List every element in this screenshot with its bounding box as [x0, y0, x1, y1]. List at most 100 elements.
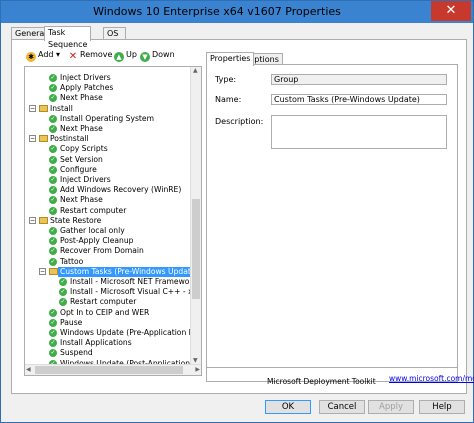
- tree-step-row[interactable]: ✓ Inject Drivers: [25, 175, 189, 185]
- tree-item-label: Next Phase: [60, 124, 103, 133]
- checkmark-icon: ✓: [49, 339, 57, 348]
- checkmark-icon: ✓: [59, 278, 67, 286]
- tree-horizontal-scrollbar[interactable]: ◀ ▶: [25, 364, 201, 375]
- checkmark-icon: ✓: [49, 349, 57, 358]
- tree-step-row[interactable]: ✓ Next Phase: [25, 195, 189, 205]
- name-field[interactable]: Custom Tasks (Pre-Windows Update): [271, 94, 447, 105]
- brand-text: Microsoft Deployment Toolkit: [267, 377, 376, 386]
- up-button[interactable]: ▲ Up: [114, 48, 137, 62]
- help-button[interactable]: Help: [419, 400, 465, 414]
- scroll-up-icon[interactable]: ▲: [193, 67, 198, 74]
- type-label: Type:: [215, 75, 237, 84]
- tree-step-row[interactable]: ✓ Pause: [25, 318, 189, 328]
- tree-item-label: Next Phase: [60, 93, 103, 103]
- collapse-icon[interactable]: −: [29, 216, 36, 224]
- window-title: Windows 10 Enterprise x64 v1607 Properti…: [93, 5, 341, 18]
- tree-item-label: Install - Microsoft NET Framework: [70, 277, 197, 286]
- scroll-left-icon[interactable]: ◀: [26, 366, 31, 373]
- footer-bar: Microsoft Deployment Toolkit www.microso…: [207, 367, 474, 386]
- tree-step-row[interactable]: ✓ Tattoo: [25, 257, 189, 267]
- tab-task-sequence[interactable]: Task Sequence: [44, 26, 92, 49]
- tree-vertical-scrollbar[interactable]: ▲ ▼: [190, 67, 201, 364]
- cancel-button[interactable]: Cancel: [319, 400, 365, 414]
- checkmark-icon: ✓: [49, 165, 57, 174]
- folder-icon: [49, 267, 58, 275]
- checkmark-icon: ✓: [49, 329, 57, 337]
- checkmark-icon: ✓: [49, 74, 57, 82]
- title-bar[interactable]: Windows 10 Enterprise x64 v1607 Properti…: [1, 1, 473, 23]
- checkmark-icon: ✓: [49, 237, 57, 246]
- tree-step-row[interactable]: ✓ Install - Microsoft NET Framework: [25, 277, 197, 287]
- tree-item-label: Windows Update (Pre-Application Inst: [60, 328, 202, 337]
- checkmark-icon: ✓: [59, 288, 67, 297]
- scroll-down-icon[interactable]: ▼: [193, 357, 198, 364]
- description-field[interactable]: [271, 115, 447, 149]
- tree-item-label: Set Version: [60, 154, 103, 164]
- tree-step-row[interactable]: ✓ Next Phase: [25, 93, 189, 103]
- down-arrow-icon: ▼: [140, 52, 150, 62]
- tree-step-row[interactable]: ✓ Install Operating System: [25, 114, 189, 124]
- tree-step-row[interactable]: ✓ Copy Scripts: [25, 144, 189, 154]
- tree-item-label: Opt In to CEIP and WER: [60, 307, 150, 317]
- tree-step-row[interactable]: ✓ Install - Microsoft Visual C++ - x86: [25, 287, 201, 297]
- tree-step-row[interactable]: ✓ Set Version: [25, 155, 189, 165]
- vertical-scroll-thumb[interactable]: [192, 199, 200, 299]
- tab-properties[interactable]: Properties: [206, 52, 255, 66]
- apply-button[interactable]: Apply: [368, 400, 414, 414]
- tree-item-label: Restart computer: [60, 205, 127, 215]
- tree-item-label: Install: [50, 103, 73, 113]
- tree-step-row[interactable]: ✓ Restart computer: [25, 297, 189, 307]
- checkmark-icon: ✓: [49, 227, 57, 235]
- tree-item-label: Inject Drivers: [60, 73, 111, 82]
- remove-label: Remove: [80, 50, 113, 59]
- tree-step-row[interactable]: ✓ Gather local only: [25, 226, 189, 236]
- tree-step-row[interactable]: ✓ Configure: [25, 165, 189, 175]
- tree-step-row[interactable]: ✓ Install Applications: [25, 338, 189, 348]
- checkmark-icon: ✓: [49, 84, 57, 93]
- tree-group-row[interactable]: − State Restore: [25, 216, 189, 226]
- down-button[interactable]: ▼ Down: [140, 48, 175, 62]
- folder-icon: [39, 104, 48, 112]
- checkmark-icon: ✓: [49, 186, 57, 195]
- tree-step-row[interactable]: ✓ Inject Drivers: [25, 73, 189, 83]
- tree-step-row[interactable]: ✓ Opt In to CEIP and WER: [25, 308, 189, 318]
- checkmark-icon: ✓: [49, 125, 57, 133]
- tree-item-label: Gather local only: [60, 226, 125, 235]
- horizontal-scroll-thumb[interactable]: [35, 366, 183, 374]
- checkmark-icon: ✓: [49, 318, 57, 327]
- add-label: Add: [38, 50, 54, 59]
- collapse-icon[interactable]: −: [39, 267, 46, 275]
- tree-item-label: Add Windows Recovery (WinRE): [60, 185, 182, 195]
- scroll-right-icon[interactable]: ▶: [195, 366, 200, 373]
- tree-step-row[interactable]: ✓ Suspend: [25, 348, 189, 358]
- mdt-link[interactable]: www.microsoft.com/mdt: [389, 374, 474, 383]
- close-button[interactable]: ✕: [431, 1, 471, 21]
- tree-item-label: Inject Drivers: [60, 175, 111, 184]
- tree-group-row[interactable]: − Postinstall: [25, 134, 189, 144]
- tree-item-label: Restart computer: [70, 297, 137, 307]
- tree-step-row[interactable]: ✓ Post-Apply Cleanup: [25, 236, 189, 246]
- checkmark-icon: ✓: [49, 176, 57, 184]
- tree-step-row[interactable]: ✓ Apply Patches: [25, 83, 189, 93]
- tree-step-row[interactable]: ✓ Next Phase: [25, 124, 189, 134]
- tree-step-row[interactable]: ✓ Recover From Domain: [25, 246, 189, 256]
- tree-item-label: Post-Apply Cleanup: [60, 236, 134, 246]
- checkmark-icon: ✓: [49, 145, 57, 154]
- tree-group-row[interactable]: − Install: [25, 104, 189, 114]
- collapse-icon[interactable]: −: [29, 135, 36, 143]
- checkmark-icon: ✓: [49, 196, 57, 205]
- tree-item-label: Pause: [60, 317, 83, 327]
- tree-step-row[interactable]: ✓ Restart computer: [25, 206, 189, 216]
- task-sequence-tree[interactable]: ✓Windows Update (Post-Application Inc✓Su…: [24, 66, 202, 376]
- tree-step-row[interactable]: ✓ Windows Update (Pre-Application Inst: [25, 328, 201, 338]
- tree-step-row[interactable]: ✓ Add Windows Recovery (WinRE): [25, 185, 189, 195]
- name-label: Name:: [215, 95, 242, 104]
- tree-item-label: Install Operating System: [60, 113, 154, 123]
- checkmark-icon: ✓: [49, 114, 57, 123]
- collapse-icon[interactable]: −: [29, 104, 36, 112]
- tree-group-row[interactable]: − Custom Tasks (Pre-Windows Update): [25, 266, 201, 277]
- ok-button[interactable]: OK: [265, 400, 311, 414]
- tree-item-label: Copy Scripts: [60, 144, 108, 154]
- tree-item-label: Install - Microsoft Visual C++ - x86: [70, 287, 202, 297]
- checkmark-icon: ✓: [49, 257, 57, 266]
